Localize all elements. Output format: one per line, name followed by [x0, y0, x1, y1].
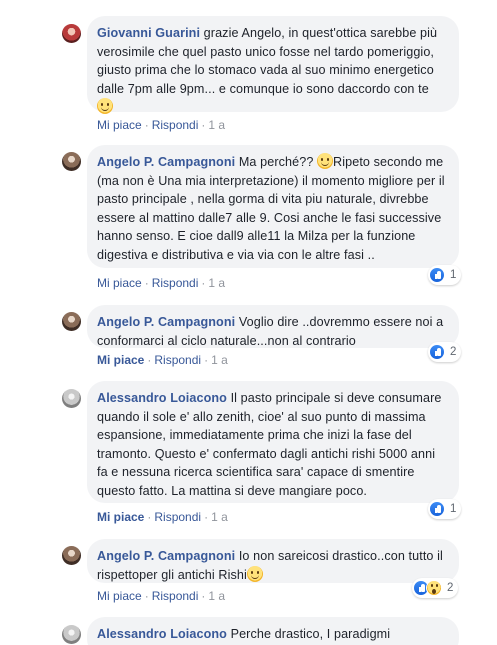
separator: · [201, 589, 206, 603]
separator: · [147, 510, 152, 524]
comment-text: Il pasto principale si deve consumare qu… [97, 391, 446, 498]
reaction-count: 2 [450, 346, 457, 358]
comment-bubble: Alessandro Loiacono Perche drastico, I p… [87, 617, 459, 645]
separator: · [144, 118, 149, 132]
comment-bubble: Alessandro Loiacono Il pasto principale … [87, 381, 459, 503]
separator: · [201, 118, 206, 132]
smile-emoji-icon [97, 98, 113, 115]
comment-bubble: Angelo P. Campagnoni Ma perché?? Ripeto … [87, 145, 459, 268]
comment-author[interactable]: Alessandro Loiacono [97, 627, 227, 641]
like-reaction-icon [429, 267, 445, 283]
separator: · [204, 353, 209, 367]
separator: · [201, 276, 206, 290]
comment-actions: Mi piace · Rispondi · 1 a [97, 353, 228, 367]
comment-text: Perche drastico, I paradigmi [226, 627, 391, 641]
reply-link[interactable]: Rispondi [152, 589, 199, 603]
reply-link[interactable]: Rispondi [152, 118, 199, 132]
like-link[interactable]: Mi piace [97, 589, 142, 603]
timestamp[interactable]: 1 a [211, 510, 228, 524]
comment-text-continued: Ripeto secondo me (ma non è Una mia inte… [97, 155, 449, 262]
avatar[interactable] [62, 546, 81, 565]
timestamp[interactable]: 1 a [211, 353, 228, 367]
separator: · [144, 276, 149, 290]
comment-author[interactable]: Angelo P. Campagnoni [97, 155, 235, 169]
comment-author[interactable]: Angelo P. Campagnoni [97, 315, 235, 329]
separator: · [204, 510, 209, 524]
comment-actions: Mi piace · Rispondi · 1 a [97, 118, 225, 132]
comment-author[interactable]: Alessandro Loiacono [97, 391, 227, 405]
reactions-badge[interactable]: 2 [412, 578, 459, 598]
comment-actions: Mi piace · Rispondi · 1 a [97, 276, 225, 290]
reaction-count: 1 [450, 269, 457, 281]
comment-text: Ma perché?? [235, 155, 318, 169]
comment-thread: Giovanni Guarini grazie Angelo, in quest… [0, 0, 497, 645]
comment-bubble: Giovanni Guarini grazie Angelo, in quest… [87, 16, 459, 115]
reactions-badge[interactable]: 1 [428, 499, 462, 519]
avatar[interactable] [62, 389, 81, 408]
comment-bubble: Angelo P. Campagnoni Voglio dire ..dovre… [87, 305, 459, 348]
timestamp[interactable]: 1 a [208, 118, 225, 132]
smile-emoji-icon [317, 153, 334, 169]
avatar[interactable] [62, 312, 81, 331]
like-link[interactable]: Mi piace [97, 510, 144, 524]
reply-link[interactable]: Rispondi [154, 510, 201, 524]
reply-link[interactable]: Rispondi [152, 276, 199, 290]
like-reaction-icon [429, 501, 445, 517]
like-reaction-icon [429, 344, 445, 360]
like-link[interactable]: Mi piace [97, 118, 142, 132]
avatar[interactable] [62, 24, 81, 43]
reaction-count: 2 [447, 582, 454, 594]
like-link[interactable]: Mi piace [97, 353, 144, 367]
comment-author[interactable]: Angelo P. Campagnoni [97, 549, 235, 563]
smile-emoji-icon [246, 565, 263, 582]
reaction-count: 1 [450, 503, 457, 515]
avatar[interactable] [62, 625, 81, 644]
comment-actions: Mi piace · Rispondi · 1 a [97, 589, 225, 603]
comment-actions: Mi piace · Rispondi · 1 a [97, 510, 228, 524]
timestamp[interactable]: 1 a [208, 589, 225, 603]
reply-link[interactable]: Rispondi [154, 353, 201, 367]
separator: · [144, 589, 149, 603]
like-link[interactable]: Mi piace [97, 276, 142, 290]
avatar[interactable] [62, 152, 81, 171]
timestamp[interactable]: 1 a [208, 276, 225, 290]
reactions-badge[interactable]: 1 [428, 265, 462, 285]
comment-author[interactable]: Giovanni Guarini [97, 26, 200, 40]
separator: · [147, 353, 152, 367]
wow-reaction-icon [426, 580, 442, 596]
comment-bubble: Angelo P. Campagnoni Io non sareicosi dr… [87, 539, 459, 583]
reactions-badge[interactable]: 2 [428, 342, 462, 362]
